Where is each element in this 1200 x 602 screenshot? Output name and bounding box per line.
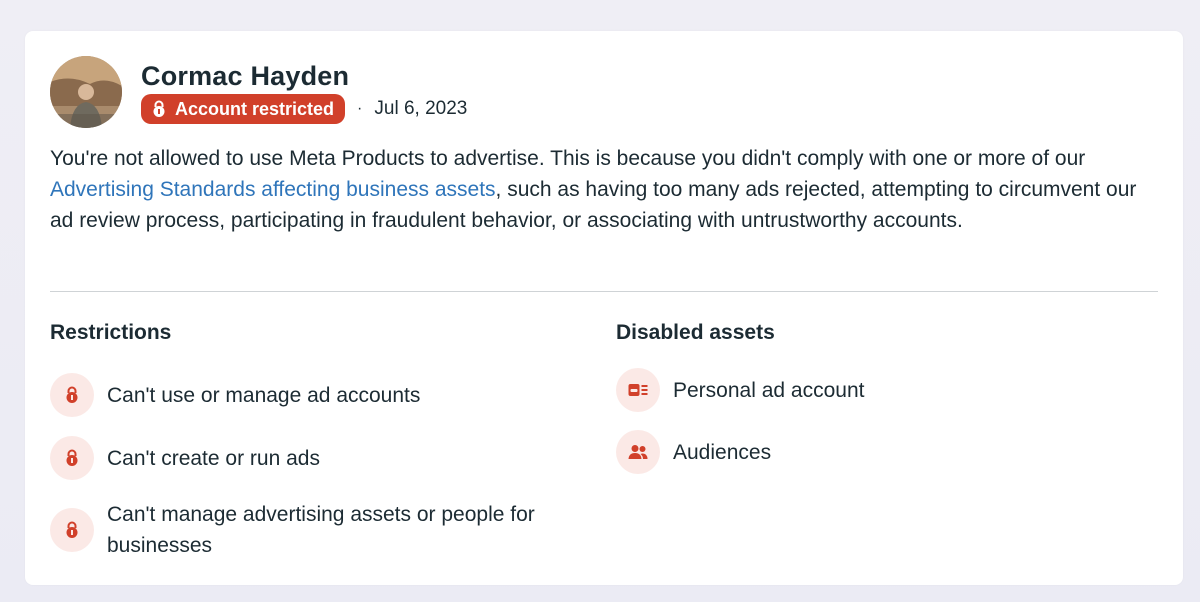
status-badge: Account restricted: [141, 94, 346, 124]
meta-row: Account restricted · Jul 6, 2023: [141, 94, 467, 124]
profile-header: Cormac Hayden Account restricted · Jul 6…: [50, 56, 467, 128]
lock-icon: [50, 436, 94, 480]
ad-account-icon: [616, 368, 660, 412]
disabled-asset-item: Audiences: [616, 430, 771, 474]
restriction-label: Can't manage advertising assets or peopl…: [107, 503, 535, 557]
identity-block: Cormac Hayden Account restricted · Jul 6…: [141, 56, 467, 124]
profile-name: Cormac Hayden: [141, 61, 350, 91]
avatar-photo: [50, 56, 122, 128]
restriction-label: Can't create or run ads: [107, 446, 320, 470]
lock-icon: [50, 508, 94, 552]
restriction-item: Can't manage advertising assets or peopl…: [50, 499, 567, 561]
restrictions-title: Restrictions: [50, 321, 172, 344]
advertising-standards-link[interactable]: Advertising Standards affecting business…: [50, 178, 496, 201]
disabled-asset-label: Audiences: [673, 440, 772, 464]
description-text-start: You're not allowed to use Meta Products …: [50, 147, 1086, 170]
restriction-description: You're not allowed to use Meta Products …: [50, 143, 1155, 236]
restriction-item: Can't create or run ads: [50, 436, 320, 480]
restriction-date: Jul 6, 2023: [374, 98, 468, 119]
restriction-card: Cormac Hayden Account restricted · Jul 6…: [25, 31, 1183, 585]
people-icon: [616, 430, 660, 474]
meta-separator: ·: [357, 100, 363, 117]
avatar[interactable]: [50, 56, 122, 128]
disabled-asset-label: Personal ad account: [673, 378, 865, 402]
disabled-assets-title: Disabled assets: [616, 321, 775, 344]
restriction-label: Can't use or manage ad accounts: [107, 383, 421, 407]
divider: [50, 291, 1158, 292]
disabled-asset-item: Personal ad account: [616, 368, 864, 412]
lock-icon: [151, 100, 167, 118]
status-badge-label: Account restricted: [175, 98, 335, 119]
lock-icon: [50, 373, 94, 417]
restriction-item: Can't use or manage ad accounts: [50, 373, 420, 417]
